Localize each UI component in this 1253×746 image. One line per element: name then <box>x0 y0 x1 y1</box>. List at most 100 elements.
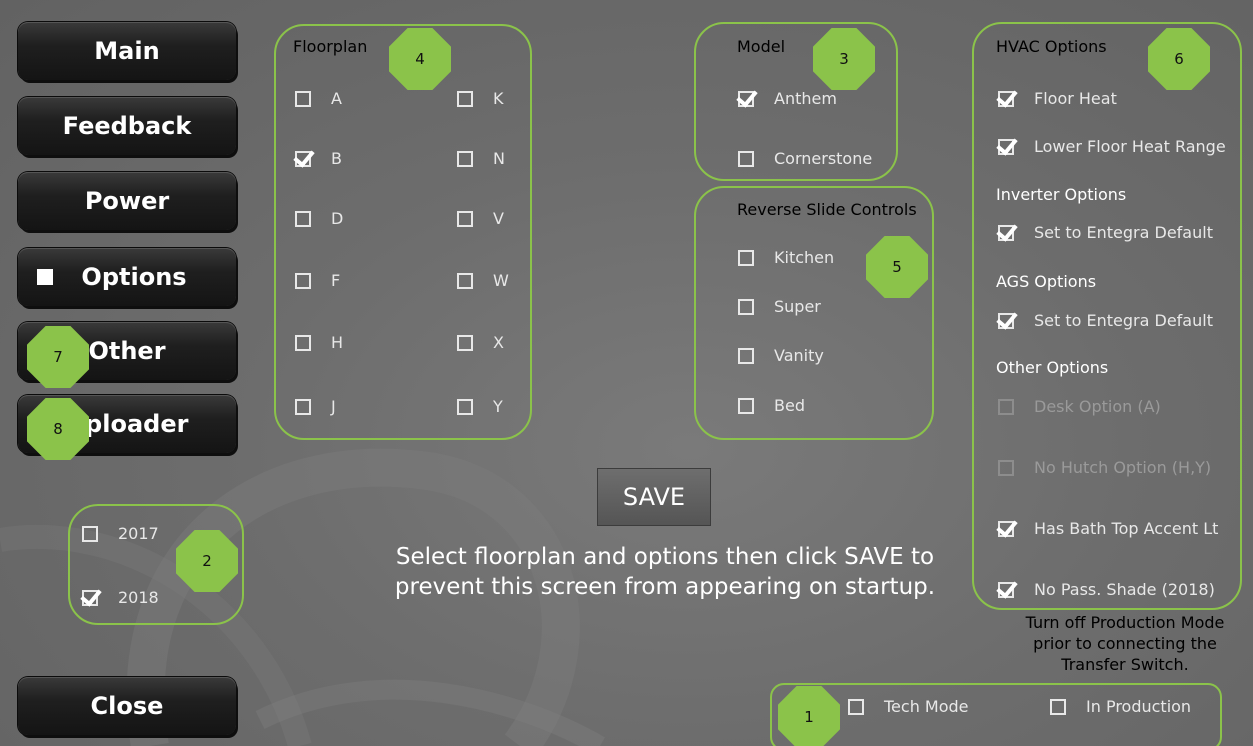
floorplan-h-checkbox[interactable]: H <box>295 333 343 352</box>
reverse-vanity-checkbox[interactable]: Vanity <box>738 346 824 365</box>
checkbox-label: Y <box>493 397 503 416</box>
badge-3-label: 3 <box>839 50 849 68</box>
floorplan-k-checkbox[interactable]: K <box>457 89 504 108</box>
floorplan-j-checkbox[interactable]: J <box>295 397 336 416</box>
nav-power-button[interactable]: Power <box>18 172 236 230</box>
badge-8-label: 8 <box>53 420 63 438</box>
lower-floor-heat-checkbox[interactable]: Lower Floor Heat Range <box>998 137 1226 156</box>
in-production-checkbox[interactable]: In Production <box>1050 697 1191 716</box>
floorplan-x-checkbox[interactable]: X <box>457 333 504 352</box>
checkbox-label: H <box>331 333 344 352</box>
year-2017-checkbox[interactable]: 2017 <box>82 524 159 543</box>
nav-feedback-button[interactable]: Feedback <box>18 97 236 155</box>
badge-2-label: 2 <box>202 552 212 570</box>
checkbox-label: K <box>493 89 504 108</box>
checkbox-icon <box>998 520 1014 537</box>
checkbox-label: No Hutch Option (H,Y) <box>1034 458 1212 477</box>
checkbox-label: Anthem <box>774 89 837 108</box>
checkbox-label: Tech Mode <box>884 697 969 716</box>
checkbox-label: N <box>493 149 505 168</box>
close-button[interactable]: Close <box>18 677 236 735</box>
checkbox-icon <box>295 150 311 167</box>
floorplan-n-checkbox[interactable]: N <box>457 149 505 168</box>
checkbox-label: Set to Entegra Default <box>1034 223 1213 242</box>
badge-4-label: 4 <box>415 50 425 68</box>
floorplan-b-checkbox[interactable]: B <box>295 149 342 168</box>
checkbox-icon <box>738 150 754 167</box>
checkbox-label: Super <box>774 297 821 316</box>
inverter-default-checkbox[interactable]: Set to Entegra Default <box>998 223 1213 242</box>
nav-main-label: Main <box>94 37 160 65</box>
desk-option-checkbox[interactable]: Desk Option (A) <box>998 397 1161 416</box>
checkbox-icon <box>295 334 311 351</box>
checkbox-icon <box>998 312 1014 329</box>
checkbox-icon <box>457 334 473 351</box>
pass-shade-checkbox[interactable]: No Pass. Shade (2018) <box>998 580 1215 599</box>
checkbox-label: Has Bath Top Accent Lt <box>1034 519 1219 538</box>
checkbox-icon <box>848 698 864 715</box>
checkbox-label: X <box>493 333 504 352</box>
checkbox-icon <box>738 249 754 266</box>
floorplan-d-checkbox[interactable]: D <box>295 209 343 228</box>
reverse-slide-title: Reverse Slide Controls <box>737 200 917 219</box>
nav-options-button[interactable]: Options <box>18 248 236 306</box>
checkbox-label: In Production <box>1086 697 1192 716</box>
badge-6-label: 6 <box>1174 50 1184 68</box>
floorplan-f-checkbox[interactable]: F <box>295 271 340 290</box>
badge-6: 6 <box>1148 28 1210 90</box>
no-hutch-checkbox[interactable]: No Hutch Option (H,Y) <box>998 458 1211 477</box>
floorplan-y-checkbox[interactable]: Y <box>457 397 503 416</box>
checkbox-label: 2018 <box>118 588 159 607</box>
year-2018-checkbox[interactable]: 2018 <box>82 588 159 607</box>
badge-1-label: 1 <box>804 708 814 726</box>
checkbox-label: Desk Option (A) <box>1034 397 1161 416</box>
checkbox-icon <box>998 459 1014 476</box>
nav-feedback-label: Feedback <box>62 112 192 140</box>
model-anthem-checkbox[interactable]: Anthem <box>738 89 837 108</box>
checkbox-icon <box>82 525 98 542</box>
checkbox-icon <box>998 398 1014 415</box>
reverse-bed-checkbox[interactable]: Bed <box>738 396 805 415</box>
checkbox-label: D <box>331 209 344 228</box>
hvac-title: HVAC Options <box>996 37 1107 56</box>
floor-heat-checkbox[interactable]: Floor Heat <box>998 89 1117 108</box>
reverse-super-checkbox[interactable]: Super <box>738 297 821 316</box>
checkbox-icon <box>295 90 311 107</box>
floorplan-a-checkbox[interactable]: A <box>295 89 342 108</box>
checkbox-label: V <box>493 209 504 228</box>
checkbox-icon <box>295 272 311 289</box>
checkbox-icon <box>457 210 473 227</box>
checkbox-icon <box>998 90 1014 107</box>
save-button[interactable]: SAVE <box>597 468 711 526</box>
floorplan-v-checkbox[interactable]: V <box>457 209 504 228</box>
floorplan-w-checkbox[interactable]: W <box>457 271 509 290</box>
checkbox-icon <box>738 298 754 315</box>
tech-mode-checkbox[interactable]: Tech Mode <box>848 697 969 716</box>
checkbox-label: 2017 <box>118 524 159 543</box>
floorplan-group <box>274 24 532 440</box>
instruction-text: Select floorplan and options then click … <box>394 544 936 600</box>
checkbox-icon <box>295 210 311 227</box>
nav-main-button[interactable]: Main <box>18 22 236 80</box>
badge-5-label: 5 <box>892 258 902 276</box>
checkbox-icon <box>457 90 473 107</box>
checkbox-label: Set to Entegra Default <box>1034 311 1213 330</box>
reverse-kitchen-checkbox[interactable]: Kitchen <box>738 248 834 267</box>
model-cornerstone-checkbox[interactable]: Cornerstone <box>738 149 872 168</box>
checkbox-label: A <box>331 89 342 108</box>
checkbox-icon <box>738 90 754 107</box>
checkbox-icon <box>738 347 754 364</box>
nav-power-label: Power <box>84 187 170 215</box>
badge-7-label: 7 <box>53 348 63 366</box>
production-warning-text: Turn off Production Mode prior to connec… <box>1025 613 1225 674</box>
ags-default-checkbox[interactable]: Set to Entegra Default <box>998 311 1213 330</box>
checkbox-label: Kitchen <box>774 248 835 267</box>
options-screen: Main Feedback Power Options Other Upload… <box>0 0 1253 746</box>
ags-title: AGS Options <box>996 272 1097 291</box>
checkbox-label: F <box>331 271 341 290</box>
checkbox-icon <box>998 224 1014 241</box>
checkbox-label: B <box>331 149 342 168</box>
nav-options-label: Options <box>81 263 187 291</box>
selected-square-icon <box>37 269 54 285</box>
bath-accent-checkbox[interactable]: Has Bath Top Accent Lt <box>998 519 1218 538</box>
